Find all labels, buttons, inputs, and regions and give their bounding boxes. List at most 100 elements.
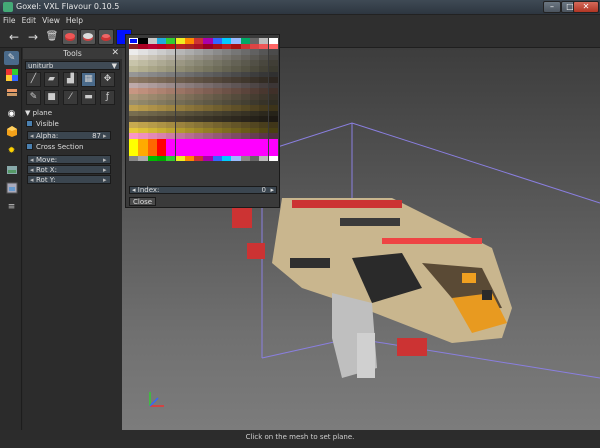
palette-swatch[interactable] — [175, 155, 185, 162]
image-icon — [6, 182, 17, 194]
delete-button[interactable]: 🗑 — [44, 29, 60, 45]
palette-popup: ◂ Index: 0 ▸ Close — [125, 34, 280, 208]
layer-button-2[interactable] — [80, 29, 96, 45]
voxel-model — [232, 198, 512, 378]
move-field[interactable]: ◂ Move: ▸ — [27, 155, 111, 164]
close-window-button[interactable]: ✕ — [573, 1, 599, 13]
status-bar: Click on the mesh to set plane. — [0, 430, 600, 448]
palette-swatch[interactable] — [240, 155, 250, 162]
redo-button[interactable]: → — [25, 29, 41, 45]
palette-selected-swatch-outline — [129, 38, 139, 44]
rail-layers-button[interactable] — [4, 87, 19, 101]
rail-scripts-button[interactable]: ≡ — [4, 200, 19, 214]
tool-selection[interactable]: ▦ — [81, 72, 96, 87]
palette-swatch[interactable] — [231, 155, 241, 162]
palette-swatch[interactable] — [138, 155, 148, 162]
axis-gizmo — [149, 392, 164, 407]
rot-y-label: Rot Y: — [36, 176, 56, 184]
rail-tools-button[interactable]: ✎ — [4, 51, 19, 65]
cube-icon: ▰ — [48, 74, 55, 84]
alpha-value: 87 — [92, 132, 101, 140]
checkbox-checked-icon — [26, 142, 33, 150]
rail-light-button[interactable]: ✹ — [4, 144, 19, 158]
move-icon: ✥ — [103, 74, 112, 84]
tools-panel: Tools ✕ uniturb ▼ ╱ ▰ ▟ ▦ ✥ ✎ ■ ⁄ ▬ ƒ ▼ p… — [23, 48, 122, 438]
palette-swatch[interactable] — [129, 155, 139, 162]
rot-y-field[interactable]: ◂ Rot Y: ▸ — [27, 175, 111, 184]
menu-edit[interactable]: Edit — [19, 15, 40, 26]
visible-checkbox[interactable]: Visible — [25, 119, 120, 129]
palette-swatch[interactable] — [147, 155, 157, 162]
cross-section-checkbox[interactable]: Cross Section — [25, 142, 120, 152]
menu-help[interactable]: Help — [63, 15, 86, 26]
tool-box[interactable]: ■ — [44, 90, 59, 105]
brush-select[interactable]: uniturb ▼ — [25, 61, 120, 70]
palette-swatch[interactable] — [194, 155, 204, 162]
increment-arrow-icon: ▸ — [103, 176, 107, 184]
tools-panel-title: Tools — [23, 48, 122, 59]
cube-icon — [6, 126, 17, 137]
expand-triangle-icon: ▼ — [25, 109, 33, 117]
palette-swatch[interactable] — [222, 155, 232, 162]
back-arrow-icon: ← — [8, 30, 20, 44]
goxel-app-window: Goxel: VXL Flavour 0.10.5 – □ ✕ File Edit… — [0, 0, 600, 448]
tool-pencil[interactable]: ╱ — [26, 72, 41, 87]
minimize-button[interactable]: – — [543, 1, 561, 13]
tool-procedural[interactable]: ƒ — [100, 90, 115, 105]
rail-export-button[interactable] — [4, 164, 19, 178]
paint-icon: ✎ — [29, 92, 38, 102]
tool-move[interactable]: ✥ — [100, 72, 115, 87]
visible-label: Visible — [36, 120, 59, 128]
palette-icon — [5, 69, 18, 81]
palette-swatch[interactable] — [203, 155, 213, 162]
tool-paint[interactable]: ✎ — [26, 90, 41, 105]
plane-icon: ▬ — [84, 92, 93, 102]
rail-view-button[interactable]: ◉ — [4, 107, 19, 121]
brush-select-value: uniturb — [28, 62, 54, 70]
tool-plane[interactable]: ▬ — [81, 90, 96, 105]
box-icon: ■ — [47, 92, 56, 102]
menu-file[interactable]: File — [0, 15, 19, 26]
rot-x-field[interactable]: ◂ Rot X: ▸ — [27, 165, 111, 174]
tool-brush[interactable]: ▰ — [44, 72, 59, 87]
image-export-icon — [6, 166, 17, 174]
rail-material-button[interactable] — [4, 125, 19, 139]
palette-index-field[interactable]: ◂ Index: 0 ▸ — [129, 186, 277, 194]
app-icon — [3, 2, 13, 12]
layer-button-1[interactable] — [62, 29, 78, 45]
plane-section-header[interactable]: ▼ plane — [25, 109, 120, 118]
rail-image-button[interactable] — [4, 182, 19, 196]
layer-button-3[interactable] — [98, 29, 114, 45]
main-toolbar: ← → 🗑 — [0, 26, 600, 48]
eye-icon: ◉ — [7, 109, 16, 119]
increment-arrow-icon: ▸ — [103, 166, 107, 174]
palette-swatch[interactable] — [259, 155, 269, 162]
left-tool-rail: ✎ ◉ ✹ ≡ — [0, 48, 22, 438]
palette-swatch[interactable] — [184, 155, 195, 162]
tool-magic-wand[interactable]: ⁄ — [63, 90, 78, 105]
palette-index-label: Index: — [137, 186, 160, 194]
palette-close-button[interactable]: Close — [129, 197, 157, 206]
palette-swatch[interactable] — [249, 155, 260, 162]
tool-extrude[interactable]: ▟ — [63, 72, 78, 87]
tools-panel-close-button[interactable]: ✕ — [111, 48, 119, 59]
rail-palette-button[interactable] — [4, 69, 19, 83]
trash-icon: 🗑 — [45, 31, 59, 42]
menu-bar: File Edit View Help — [0, 15, 600, 26]
menu-view[interactable]: View — [39, 15, 63, 26]
layer-gray-icon — [83, 33, 93, 41]
title-bar: Goxel: VXL Flavour 0.10.5 – □ ✕ — [0, 0, 600, 15]
palette-swatch[interactable] — [212, 155, 222, 162]
undo-button[interactable]: ← — [6, 29, 22, 45]
layer-red-small-icon — [101, 34, 111, 41]
extrude-icon: ▟ — [67, 74, 74, 84]
palette-swatch[interactable] — [166, 155, 176, 162]
palette-swatch[interactable] — [156, 155, 167, 162]
palette-swatch[interactable] — [268, 155, 278, 162]
plane-label: plane — [32, 109, 53, 117]
alpha-field[interactable]: ◂ Alpha: 87 ▸ — [27, 131, 111, 140]
checkbox-checked-icon — [26, 119, 33, 127]
cross-section-label: Cross Section — [36, 143, 84, 151]
palette-index-value: 0 — [261, 186, 266, 194]
forward-arrow-icon: → — [27, 30, 39, 44]
